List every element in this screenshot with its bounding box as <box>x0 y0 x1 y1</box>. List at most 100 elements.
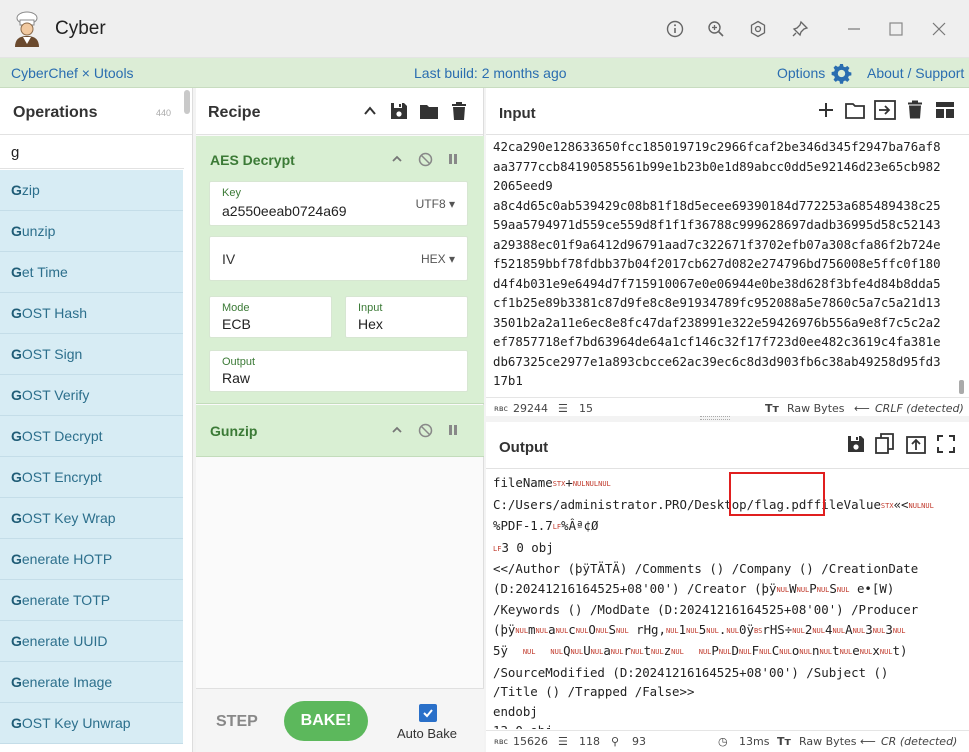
auto-bake-label: Auto Bake <box>397 726 457 741</box>
aes-collapse-icon[interactable] <box>389 151 405 167</box>
banner-app-link[interactable]: CyberChef × Utools <box>11 65 134 81</box>
zoom-in-icon[interactable] <box>703 16 729 42</box>
aes-mode-field[interactable]: Mode ECB <box>209 296 332 338</box>
control-char: NUL <box>575 626 589 635</box>
op-item-gunzip[interactable]: Gunzip <box>0 211 183 252</box>
control-char: NUL <box>698 648 712 656</box>
step-button[interactable]: STEP <box>216 713 258 731</box>
options-gear-icon[interactable] <box>831 63 852 84</box>
aes-input-format-field[interactable]: Input Hex <box>345 296 468 338</box>
control-char: STX <box>880 501 894 510</box>
output-raw-bytes[interactable]: Raw Bytes <box>799 735 857 748</box>
minimize-icon[interactable] <box>841 16 867 42</box>
aes-mode-value: ECB <box>222 316 251 332</box>
control-char: NUL <box>616 626 629 635</box>
output-text-segment: 13 0 obj <box>493 723 553 729</box>
eol-arrow-icon: ⟵ <box>854 402 870 415</box>
settings-hex-icon[interactable] <box>745 16 771 42</box>
control-char: NUL <box>739 648 752 656</box>
op-item-gost-sign[interactable]: GOST Sign <box>0 334 183 375</box>
op-item-gost-verify[interactable]: GOST Verify <box>0 375 183 416</box>
input-eol[interactable]: CRLF (detected) <box>875 402 964 415</box>
about-support-link[interactable]: About / Support <box>867 65 964 81</box>
control-char: NUL <box>550 648 564 656</box>
op-item-gost-decrypt[interactable]: GOST Decrypt <box>0 416 183 457</box>
input-raw-bytes[interactable]: Raw Bytes <box>787 402 845 415</box>
add-input-icon[interactable] <box>817 101 835 119</box>
clock-icon: ◷ <box>718 735 728 748</box>
layout-icon[interactable] <box>935 101 955 119</box>
aes-output-value: Raw <box>222 370 251 386</box>
output-text-segment: 5ÿ <box>493 643 523 658</box>
op-item-gost-key-wrap[interactable]: GOST Key Wrap <box>0 498 183 539</box>
output-text-segment: e <box>852 643 860 658</box>
control-char: NUL <box>759 648 772 656</box>
operations-scrollbar[interactable] <box>184 90 190 114</box>
input-textarea[interactable]: 42ca290e128633650fcc185019719c2966fcaf2b… <box>493 137 959 395</box>
control-char: NUL <box>555 626 569 635</box>
bake-button[interactable]: BAKE! <box>284 701 368 741</box>
maximize-output-icon[interactable] <box>937 435 955 453</box>
gunzip-pause-icon[interactable] <box>445 422 461 438</box>
control-char: NUL <box>522 648 536 656</box>
aes-key-field[interactable]: Key a2550eeab0724a69 UTF8 ▾ <box>209 181 468 226</box>
op-item-generate-uuid[interactable]: Generate UUID <box>0 621 183 662</box>
output-text-segment: %Âª¢Ø <box>561 518 599 533</box>
open-folder-icon[interactable] <box>845 101 865 119</box>
output-text-segment: /Keywords () /ModDate (D:20241216164525+… <box>493 602 919 617</box>
control-char: NUL <box>921 501 934 510</box>
gunzip-collapse-icon[interactable] <box>389 422 405 438</box>
window-title: Cyber <box>55 18 106 39</box>
output-text-segment: 0ÿ <box>739 621 754 637</box>
panel-resize-handle[interactable] <box>700 416 730 420</box>
aes-disable-icon[interactable] <box>417 151 433 167</box>
op-item-gzip[interactable]: Gzip <box>0 170 183 211</box>
open-file-icon[interactable] <box>874 100 896 120</box>
close-icon[interactable] <box>926 16 952 42</box>
op-item-get-time[interactable]: Get Time <box>0 252 183 293</box>
info-icon[interactable] <box>662 16 688 42</box>
op-item-gost-encrypt[interactable]: GOST Encrypt <box>0 457 183 498</box>
load-recipe-icon[interactable] <box>418 100 440 122</box>
output-text-segment: 3 <box>865 621 873 637</box>
output-text-segment: Q <box>563 643 571 658</box>
save-output-icon[interactable] <box>847 435 865 453</box>
control-char: NUL <box>706 626 719 635</box>
op-item-gost-hash[interactable]: GOST Hash <box>0 293 183 334</box>
op-item-generate-totp[interactable]: Generate TOTP <box>0 580 183 621</box>
aes-key-encoding-dropdown[interactable]: UTF8 ▾ <box>416 197 455 211</box>
operations-search-input[interactable] <box>0 136 184 169</box>
save-recipe-icon[interactable] <box>388 100 410 122</box>
input-status-bar: ʀʙᴄ 29244 ☰ 15 Tт Raw Bytes ⟵ CRLF (dete… <box>486 397 969 417</box>
pin-icon[interactable] <box>787 16 813 42</box>
output-text-segment: m <box>528 621 536 637</box>
aes-iv-field[interactable]: IV HEX ▾ <box>209 236 468 281</box>
op-item-generate-image[interactable]: Generate Image <box>0 662 183 703</box>
op-item-gost-key-unwrap[interactable]: GOST Key Unwrap <box>0 703 183 744</box>
options-link[interactable]: Options <box>777 65 825 81</box>
aes-output-format-field[interactable]: Output Raw <box>209 350 468 392</box>
output-textarea[interactable]: fileNameSTX+NULNULNUL C:/Users/administra… <box>493 473 963 729</box>
output-text-segment: a <box>548 621 556 637</box>
text-format-icon[interactable]: Tт <box>777 735 791 748</box>
aes-iv-encoding-dropdown[interactable]: HEX ▾ <box>421 252 455 266</box>
op-item-generate-hotp[interactable]: Generate HOTP <box>0 539 183 580</box>
output-eol[interactable]: CR (detected) <box>881 735 957 748</box>
clear-recipe-icon[interactable] <box>448 100 470 122</box>
input-line-count: 15 <box>579 402 593 415</box>
maximize-icon[interactable] <box>883 16 909 42</box>
input-scrollbar[interactable] <box>959 380 964 394</box>
clear-input-icon[interactable] <box>907 100 923 119</box>
gunzip-disable-icon[interactable] <box>417 422 433 438</box>
copy-output-icon[interactable] <box>875 433 895 455</box>
collapse-all-icon[interactable] <box>359 100 381 122</box>
text-format-icon[interactable]: Tт <box>765 402 779 415</box>
control-char: NUL <box>671 648 684 656</box>
output-text-segment: c <box>568 621 576 637</box>
output-line: endobj <box>493 702 963 722</box>
input-line: f521859bbf78fdbb37b04f2017cb627d082e2747… <box>493 256 941 271</box>
replace-input-icon[interactable] <box>906 434 926 454</box>
auto-bake-checkbox[interactable] <box>419 704 437 722</box>
control-char: NUL <box>515 626 529 635</box>
aes-pause-icon[interactable] <box>445 151 461 167</box>
